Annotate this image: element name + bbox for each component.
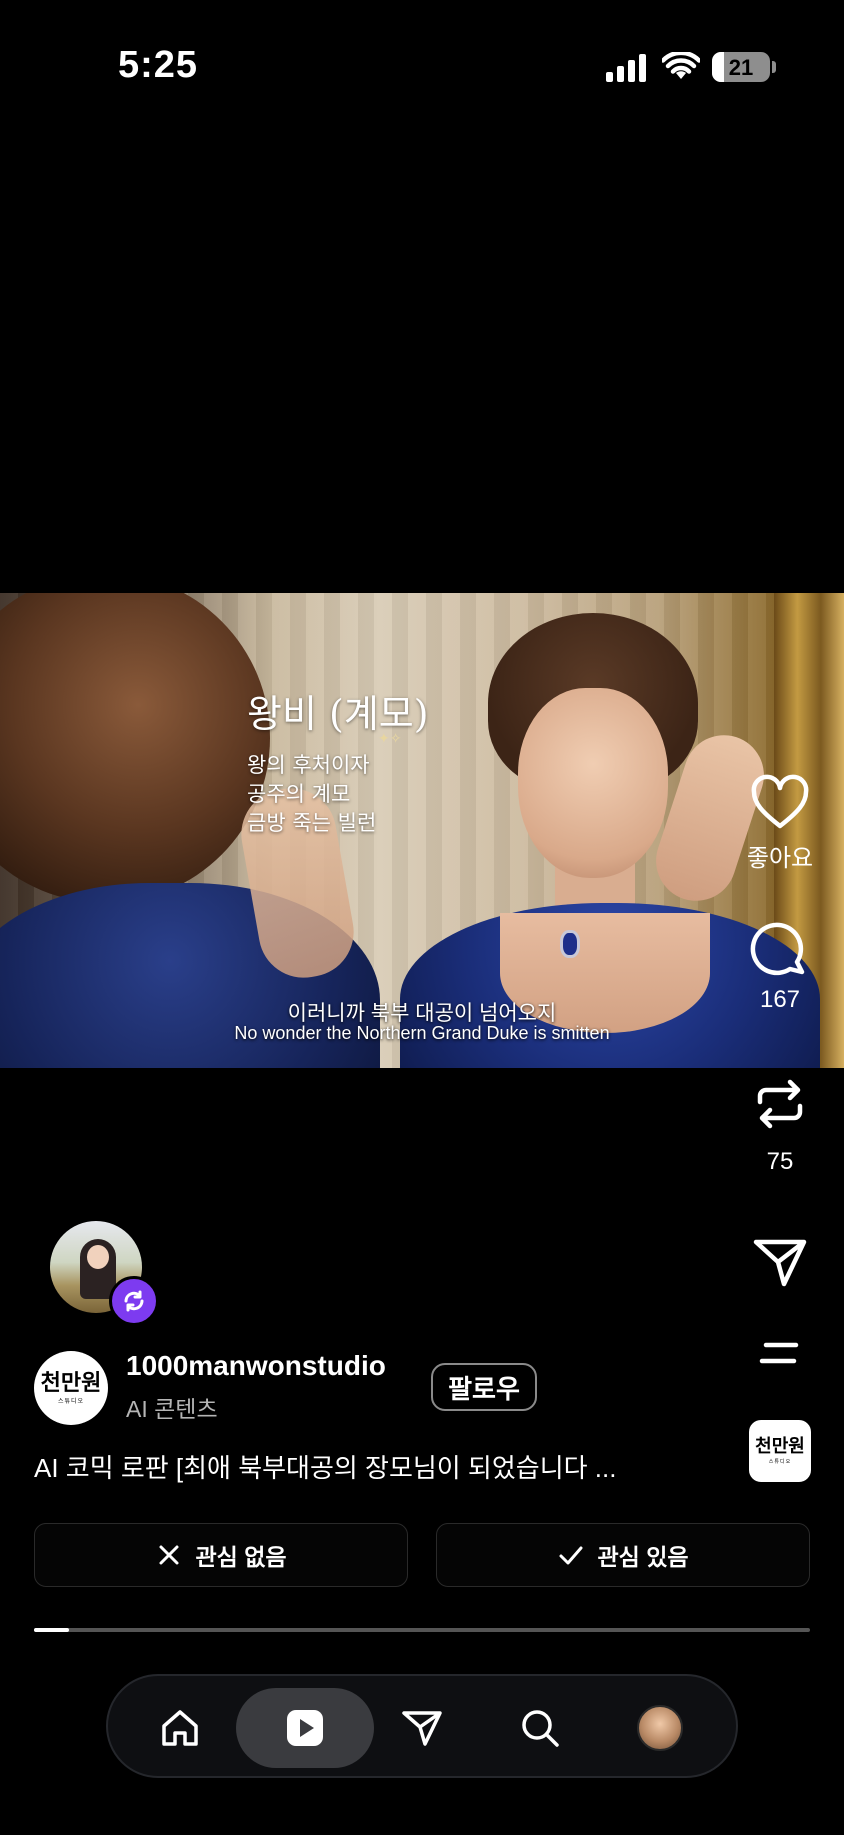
video-overlay-line: 공주의 계모: [247, 782, 351, 806]
close-icon: [159, 1545, 179, 1565]
remix-face: [87, 1245, 109, 1269]
wifi-icon: [662, 52, 700, 79]
share-button[interactable]: [735, 1232, 825, 1292]
pendant: [563, 933, 577, 955]
comment-button[interactable]: 167: [735, 922, 825, 1014]
battery-level: 21: [728, 55, 754, 80]
follow-button[interactable]: 팔로우: [431, 1363, 537, 1411]
author-username[interactable]: 1000manwonstudio: [126, 1350, 386, 1382]
comment-count: 167: [759, 986, 801, 1013]
audio-thumbnail[interactable]: 천만원 스튜디오: [749, 1420, 811, 1482]
nav-home[interactable]: [122, 1688, 238, 1768]
profile-avatar: [637, 1705, 683, 1751]
nav-search[interactable]: [482, 1688, 598, 1768]
home-icon: [162, 1710, 198, 1746]
audio-logo-subtext: 스튜디오: [768, 1458, 792, 1465]
like-button[interactable]: 좋아요: [735, 774, 825, 873]
repost-icon: [757, 1079, 803, 1129]
repost-count: 75: [766, 1148, 794, 1175]
repost-button[interactable]: 75: [735, 1074, 825, 1176]
search-icon: [522, 1710, 559, 1747]
post-caption[interactable]: AI 코믹 로판 [최애 북부대공의 장모님이 되었습니다 ...: [34, 1448, 616, 1485]
not-interested-button[interactable]: 관심 없음: [34, 1523, 408, 1587]
video-overlay-line: 왕의 후처이자: [247, 753, 370, 777]
interested-label: 관심 있음: [597, 1544, 689, 1570]
nav-profile[interactable]: [602, 1688, 718, 1768]
author-logo-text: 천만원: [40, 1369, 102, 1396]
battery-nub: [772, 61, 776, 73]
reels-icon: [287, 1710, 323, 1746]
video-progress-fill: [34, 1628, 69, 1632]
comment-icon: [750, 922, 805, 976]
video-overlay-line: 금방 죽는 빌런: [247, 811, 377, 835]
remix-icon: [124, 1290, 144, 1312]
check-icon: [559, 1546, 583, 1565]
interested-button[interactable]: 관심 있음: [436, 1523, 810, 1587]
nav-messages[interactable]: [364, 1688, 480, 1768]
sparkle-icon: ✦✧: [378, 730, 402, 746]
more-options-button[interactable]: [735, 1333, 825, 1393]
menu-icon: [759, 1342, 799, 1364]
battery-icon: 21: [712, 52, 770, 82]
author-logo-subtext: 스튜디오: [57, 1398, 85, 1405]
audio-logo-text: 천만원: [755, 1435, 805, 1457]
nav-reels[interactable]: [236, 1688, 374, 1768]
like-label: 좋아요: [746, 845, 814, 872]
bottom-navigation: [106, 1674, 738, 1778]
video-progress-bar[interactable]: [34, 1628, 810, 1632]
heart-icon: [751, 774, 809, 829]
send-icon: [402, 1711, 442, 1746]
not-interested-label: 관심 없음: [195, 1544, 287, 1570]
subtitle-english: No wonder the Northern Grand Duke is smi…: [234, 1023, 610, 1043]
reflection-face: [518, 688, 668, 878]
remix-badge: [109, 1276, 159, 1326]
send-icon: [753, 1239, 807, 1287]
cellular-signal-icon: [606, 54, 646, 82]
status-time: 5:25: [118, 44, 199, 86]
author-avatar[interactable]: 천만원 스튜디오: [34, 1351, 108, 1425]
author-category: AI 콘텐츠: [126, 1396, 218, 1422]
